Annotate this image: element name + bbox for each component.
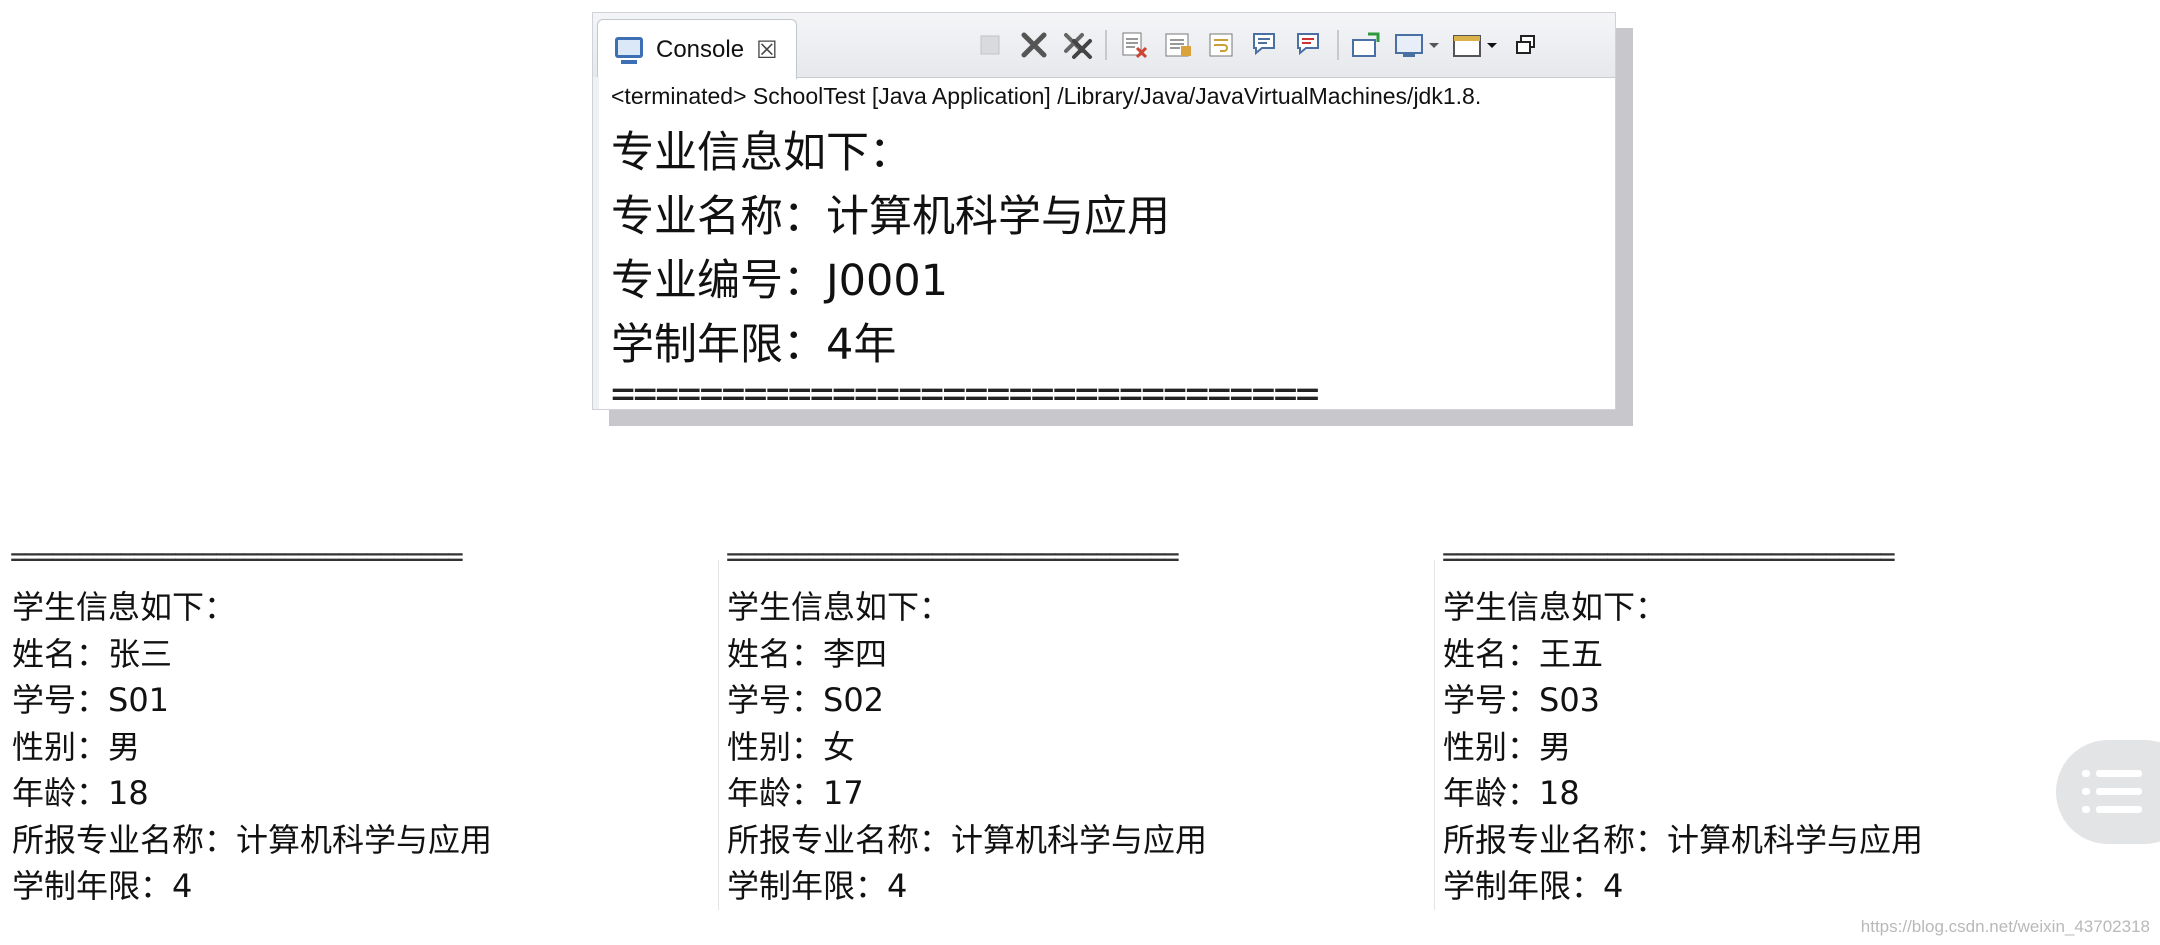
console-toolbar: Console ☒: [593, 13, 1615, 79]
remove-all-terminated-icon[interactable]: [1061, 28, 1095, 62]
scroll-lock-icon[interactable]: [1161, 28, 1195, 62]
console-line: 专业编号：J0001: [611, 256, 949, 306]
student-major: 所报专业名称：计算机科学与应用: [1443, 820, 1924, 859]
show-on-stderr-icon[interactable]: [1293, 28, 1327, 62]
console-toolbar-icons: [973, 27, 1553, 63]
pin-console-icon[interactable]: [1349, 28, 1383, 62]
student-name: 姓名：张三: [12, 634, 173, 673]
student-major: 所报专业名称：计算机科学与应用: [727, 820, 1208, 859]
output-separator: =================================: [726, 540, 1180, 573]
student-gender: 性别：男: [12, 727, 141, 766]
console-line: 学制年限：4年: [611, 320, 897, 370]
console-gutter: [593, 77, 599, 409]
console-output: 专业信息如下： 专业名称：计算机科学与应用 专业编号：J0001 学制年限：4年: [611, 121, 1611, 377]
output-separator: =================================: [10, 540, 464, 573]
menu-icon-dot: [2082, 806, 2090, 813]
student-header: 学生信息如下：: [1443, 588, 1668, 626]
console-line: 专业名称：计算机科学与应用: [611, 192, 1170, 242]
toolbar-divider: [1337, 30, 1339, 60]
console-view: Console ☒ <terminated> SchoolTest [Java …: [592, 12, 1616, 410]
console-icon: [615, 36, 643, 64]
console-separator: ================================: [611, 371, 1320, 410]
word-wrap-icon[interactable]: [1205, 28, 1239, 62]
terminate-icon[interactable]: [973, 28, 1007, 62]
student-name: 姓名：王五: [1443, 634, 1604, 673]
student-gender: 性别：男: [1443, 727, 1572, 766]
student-block: 学生信息如下： 姓名：王五 学号：S03 性别：男 年龄：18 所报专业名称：计…: [1443, 584, 2133, 910]
console-line: 专业信息如下：: [611, 128, 912, 178]
student-id: 学号：S01: [12, 681, 170, 719]
remove-launch-icon[interactable]: [1017, 28, 1051, 62]
floating-menu-button[interactable]: [2056, 740, 2160, 844]
menu-icon-dot: [2082, 788, 2090, 795]
student-header: 学生信息如下：: [12, 588, 237, 626]
output-separator: =================================: [1442, 540, 1896, 573]
clear-console-icon[interactable]: [1117, 28, 1151, 62]
student-years: 学制年限：4: [727, 867, 908, 905]
student-years: 学制年限：4: [1443, 867, 1624, 905]
student-age: 年龄：18: [1443, 774, 1580, 812]
tab-console[interactable]: Console ☒: [597, 19, 797, 79]
student-major: 所报专业名称：计算机科学与应用: [12, 820, 493, 859]
student-block: 学生信息如下： 姓名：张三 学号：S01 性别：男 年龄：18 所报专业名称：计…: [12, 584, 702, 910]
close-icon[interactable]: ☒: [756, 36, 778, 64]
student-name: 姓名：李四: [727, 634, 888, 673]
student-age: 年龄：18: [12, 774, 149, 812]
watermark: https://blog.csdn.net/weixin_43702318: [1860, 917, 2150, 936]
menu-icon: [2082, 770, 2090, 777]
menu-icon-bar: [2096, 770, 2142, 777]
maximize-icon[interactable]: [1509, 28, 1543, 62]
process-status-line: <terminated> SchoolTest [Java Applicatio…: [611, 83, 1482, 109]
student-gender: 性别：女: [727, 727, 856, 766]
display-selected-console-icon[interactable]: [1393, 28, 1441, 62]
column-divider: [718, 560, 719, 910]
column-divider: [1434, 560, 1435, 910]
student-age: 年龄：17: [727, 774, 864, 812]
student-years: 学制年限：4: [12, 867, 193, 905]
console-tab-label: Console: [656, 35, 745, 63]
student-id: 学号：S02: [727, 681, 885, 719]
show-on-stdout-icon[interactable]: [1249, 28, 1283, 62]
menu-icon-bar: [2096, 788, 2142, 795]
student-block: 学生信息如下： 姓名：李四 学号：S02 性别：女 年龄：17 所报专业名称：计…: [727, 584, 1417, 910]
student-id: 学号：S03: [1443, 681, 1601, 719]
open-console-icon[interactable]: [1451, 28, 1499, 62]
menu-icon-bar: [2096, 806, 2142, 813]
student-header: 学生信息如下：: [727, 588, 952, 626]
toolbar-divider: [1105, 30, 1107, 60]
